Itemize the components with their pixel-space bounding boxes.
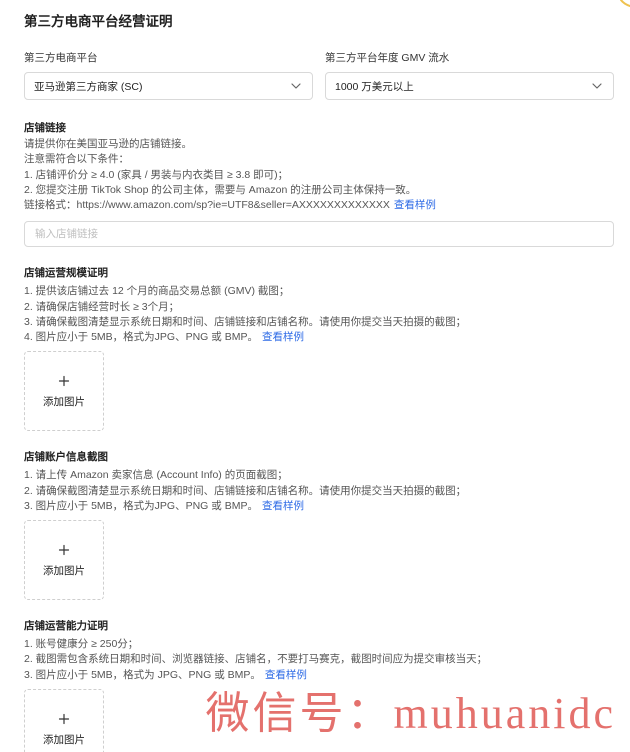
- platform-select[interactable]: 亚马逊第三方商家 (SC): [24, 72, 313, 100]
- page-title: 第三方电商平台经营证明: [24, 14, 173, 29]
- description-line: 1. 提供该店铺过去 12 个月的商品交易总额 (GMV) 截图；: [24, 285, 290, 298]
- gmv-select[interactable]: 1000 万美元以上: [325, 72, 614, 100]
- platform-fields-row: 第三方电商平台 亚马逊第三方商家 (SC) 第三方平台年度 GMV 流水 100…: [24, 50, 614, 100]
- add-image-button[interactable]: 添加图片: [24, 688, 104, 752]
- store-link-description: 请提供你在美国亚马逊的店铺链接。 注意需符合以下条件： 1. 店铺评价分 ≥ 4…: [24, 137, 614, 213]
- plus-icon: [56, 542, 72, 558]
- link-format-text: 链接格式：https://www.amazon.com/sp?ie=UTF8&s…: [24, 199, 390, 211]
- platform-field: 第三方电商平台 亚马逊第三方商家 (SC): [24, 50, 313, 100]
- description-text: 3. 图片应小于 5MB，格式为JPG、PNG 或 BMP。: [24, 499, 258, 512]
- chevron-down-icon: [291, 83, 301, 89]
- business-proof-form: 第三方电商平台经营证明 第三方电商平台 亚马逊第三方商家 (SC) 第三方平台年…: [0, 0, 630, 752]
- description-line: 2. 请确保店铺经营时长 ≥ 3个月；: [24, 300, 180, 313]
- description-text: 3. 图片应小于 5MB，格式为 JPG、PNG 或 BMP。: [24, 668, 261, 681]
- store-link-title: 店铺链接: [24, 122, 66, 134]
- scale-proof-title: 店铺运营规模证明: [24, 267, 108, 280]
- scale-proof-section: 店铺运营规模证明 1. 提供该店铺过去 12 个月的商品交易总额 (GMV) 截…: [24, 265, 614, 432]
- description-line: 3. 请确保截图清楚显示系统日期和时间、店铺链接和店铺名称。请使用你提交当天拍摄…: [24, 315, 467, 328]
- add-image-label: 添加图片: [43, 733, 85, 746]
- description-line: 2. 您提交注册 TikTok Shop 的公司主体，需要与 Amazon 的注…: [24, 183, 417, 196]
- add-image-button[interactable]: 添加图片: [24, 351, 104, 432]
- account-info-description: 1. 请上传 Amazon 卖家信息 (Account Info) 的页面截图；…: [24, 468, 614, 514]
- link-format-line: 链接格式：https://www.amazon.com/sp?ie=UTF8&s…: [24, 198, 614, 213]
- store-link-section: 店铺链接 请提供你在美国亚马逊的店铺链接。 注意需符合以下条件： 1. 店铺评价…: [24, 120, 614, 248]
- description-line: 注意需符合以下条件：: [24, 153, 129, 166]
- gmv-field-label: 第三方平台年度 GMV 流水: [325, 52, 450, 64]
- description-line: 1. 请上传 Amazon 卖家信息 (Account Info) 的页面截图；: [24, 469, 288, 482]
- description-line: 3. 图片应小于 5MB，格式为 JPG、PNG 或 BMP。 查看样例: [24, 668, 614, 683]
- capability-proof-section: 店铺运营能力证明 1. 账号健康分 ≥ 250分； 2. 截图需包含系统日期和时…: [24, 618, 614, 752]
- view-sample-link[interactable]: 查看样例: [265, 669, 307, 681]
- store-link-input[interactable]: [24, 221, 614, 248]
- scale-proof-description: 1. 提供该店铺过去 12 个月的商品交易总额 (GMV) 截图； 2. 请确保…: [24, 284, 614, 345]
- description-line: 请提供你在美国亚马逊的店铺链接。: [24, 138, 192, 150]
- description-line: 1. 账号健康分 ≥ 250分；: [24, 638, 139, 650]
- plus-icon: [56, 711, 72, 727]
- description-line: 2. 截图需包含系统日期和时间、浏览器链接、店铺名，不要打马赛克，截图时间应为提…: [24, 653, 488, 666]
- view-sample-link[interactable]: 查看样例: [394, 199, 436, 211]
- chevron-down-icon: [592, 83, 602, 89]
- gmv-select-value: 1000 万美元以上: [335, 80, 414, 93]
- description-line: 1. 店铺评价分 ≥ 4.0 (家具 / 男装与内衣类目 ≥ 3.8 即可)；: [24, 168, 289, 181]
- description-text: 4. 图片应小于 5MB，格式为JPG、PNG 或 BMP。: [24, 331, 258, 343]
- plus-icon: [56, 373, 72, 389]
- description-line: 3. 图片应小于 5MB，格式为JPG、PNG 或 BMP。 查看样例: [24, 499, 614, 514]
- capability-proof-title: 店铺运营能力证明: [24, 620, 108, 632]
- capability-proof-description: 1. 账号健康分 ≥ 250分； 2. 截图需包含系统日期和时间、浏览器链接、店…: [24, 637, 614, 683]
- account-info-section: 店铺账户信息截图 1. 请上传 Amazon 卖家信息 (Account Inf…: [24, 449, 614, 600]
- description-line: 2. 请确保截图清楚显示系统日期和时间、店铺链接和店铺名称。请使用你提交当天拍摄…: [24, 484, 467, 497]
- platform-select-value: 亚马逊第三方商家 (SC): [34, 80, 143, 93]
- corner-decoration: [618, 0, 630, 8]
- account-info-title: 店铺账户信息截图: [24, 451, 108, 464]
- platform-field-label: 第三方电商平台: [24, 52, 98, 64]
- add-image-label: 添加图片: [43, 565, 85, 577]
- add-image-label: 添加图片: [43, 396, 85, 409]
- gmv-field: 第三方平台年度 GMV 流水 1000 万美元以上: [325, 50, 614, 100]
- view-sample-link[interactable]: 查看样例: [262, 331, 304, 343]
- view-sample-link[interactable]: 查看样例: [262, 500, 304, 512]
- add-image-button[interactable]: 添加图片: [24, 520, 104, 600]
- description-line: 4. 图片应小于 5MB，格式为JPG、PNG 或 BMP。 查看样例: [24, 330, 614, 345]
